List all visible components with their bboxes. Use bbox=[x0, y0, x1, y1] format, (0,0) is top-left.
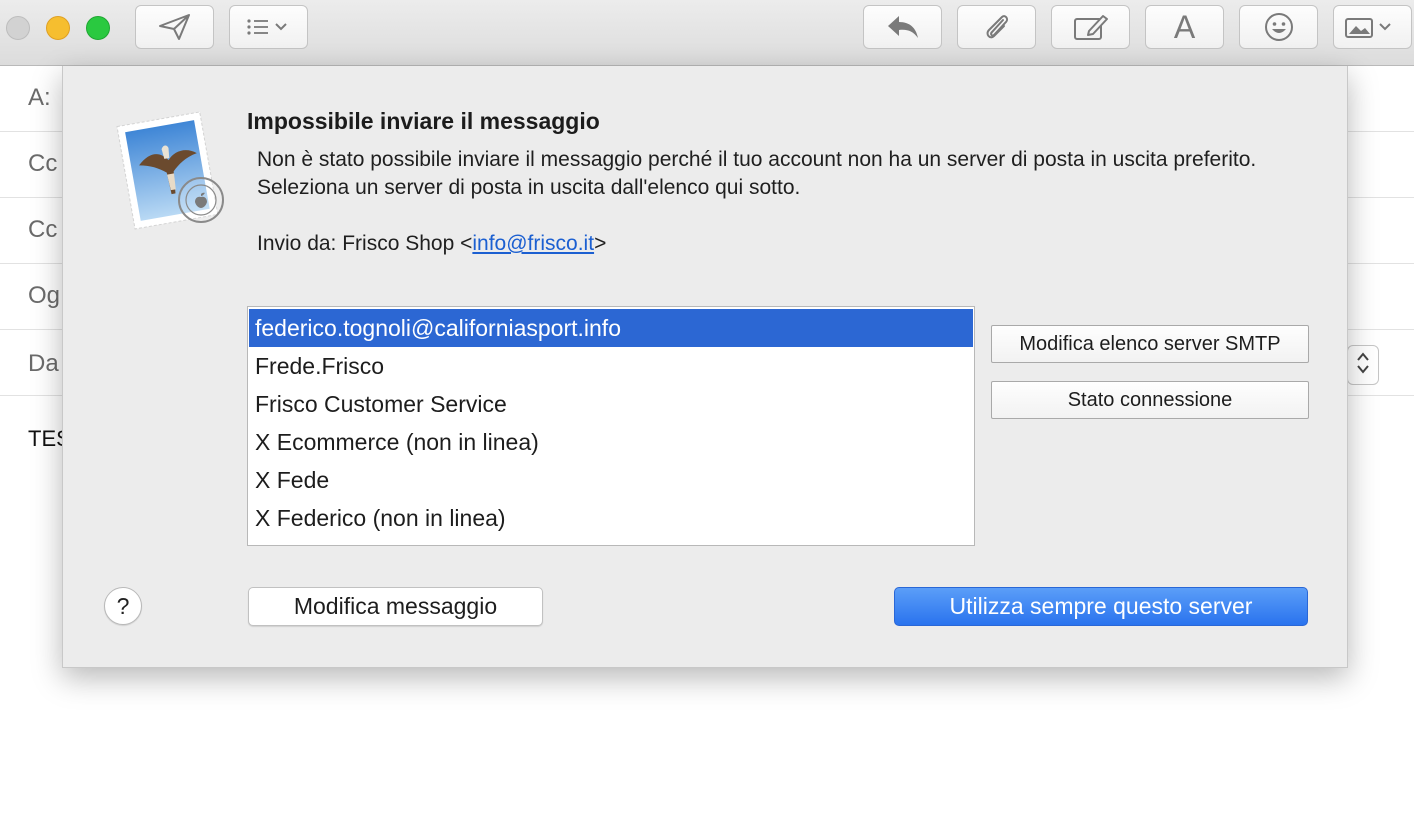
server-list-item[interactable]: X Ecommerce (non in linea) bbox=[248, 423, 974, 461]
smiley-icon bbox=[1264, 12, 1294, 42]
paperclip-icon bbox=[983, 12, 1011, 42]
smtp-server-list[interactable]: federico.tognoli@californiasport.info Fr… bbox=[247, 306, 975, 546]
photo-chevron-icon bbox=[1344, 15, 1402, 39]
reply-arrow-icon bbox=[886, 14, 920, 40]
header-fields-menu-button[interactable] bbox=[229, 5, 308, 49]
server-list-item[interactable]: X Federico (non in linea) bbox=[248, 499, 974, 537]
to-field-label: A: bbox=[28, 84, 51, 111]
markup-pen-icon bbox=[1073, 13, 1109, 41]
from-field-label: Da bbox=[28, 350, 59, 377]
bcc-field-label: Cc bbox=[28, 216, 58, 243]
subject-field-label: Og bbox=[28, 282, 61, 309]
minimize-window-button[interactable] bbox=[46, 16, 70, 40]
close-window-button[interactable] bbox=[6, 16, 30, 40]
sending-from-suffix: > bbox=[594, 232, 607, 255]
send-error-sheet: Impossibile inviare il messaggio Non è s… bbox=[62, 66, 1348, 668]
list-chevron-icon bbox=[246, 17, 292, 37]
dialog-title: Impossibile inviare il messaggio bbox=[247, 108, 600, 134]
server-list-item[interactable]: federico.tognoli@californiasport.info bbox=[249, 309, 973, 347]
from-account-popup[interactable] bbox=[1347, 345, 1379, 385]
sending-from-line: Invio da: Frisco Shop <info@frisco.it> bbox=[257, 232, 606, 256]
server-list-item[interactable]: X Fede bbox=[248, 461, 974, 499]
sending-from-email-link[interactable]: info@frisco.it bbox=[472, 232, 594, 255]
help-button[interactable]: ? bbox=[104, 587, 142, 625]
sending-from-prefix: Invio da: Frisco Shop < bbox=[257, 232, 473, 255]
dialog-message: Non è stato possibile inviare il messagg… bbox=[257, 148, 1257, 199]
photo-browser-button[interactable] bbox=[1333, 5, 1412, 49]
mail-stamp-icon bbox=[115, 108, 233, 232]
server-list-item[interactable]: Frisco Customer Service bbox=[248, 385, 974, 423]
attach-button[interactable] bbox=[957, 5, 1036, 49]
send-button[interactable] bbox=[135, 5, 214, 49]
paper-plane-icon bbox=[158, 13, 192, 41]
window-toolbar: A bbox=[0, 0, 1414, 66]
format-button[interactable]: A bbox=[1145, 5, 1224, 49]
up-down-chevron-icon bbox=[1355, 350, 1371, 381]
reply-button[interactable] bbox=[863, 5, 942, 49]
font-a-icon: A bbox=[1173, 8, 1196, 45]
edit-message-button[interactable]: Modifica messaggio bbox=[248, 587, 543, 626]
edit-smtp-list-button[interactable]: Modifica elenco server SMTP bbox=[991, 325, 1309, 363]
markup-button[interactable] bbox=[1051, 5, 1130, 49]
cc-field-label: Cc bbox=[28, 150, 58, 177]
always-use-server-button[interactable]: Utilizza sempre questo server bbox=[894, 587, 1308, 626]
emoji-button[interactable] bbox=[1239, 5, 1318, 49]
zoom-window-button[interactable] bbox=[86, 16, 110, 40]
server-list-item[interactable]: Frede.Frisco bbox=[248, 347, 974, 385]
connection-status-button[interactable]: Stato connessione bbox=[991, 381, 1309, 419]
